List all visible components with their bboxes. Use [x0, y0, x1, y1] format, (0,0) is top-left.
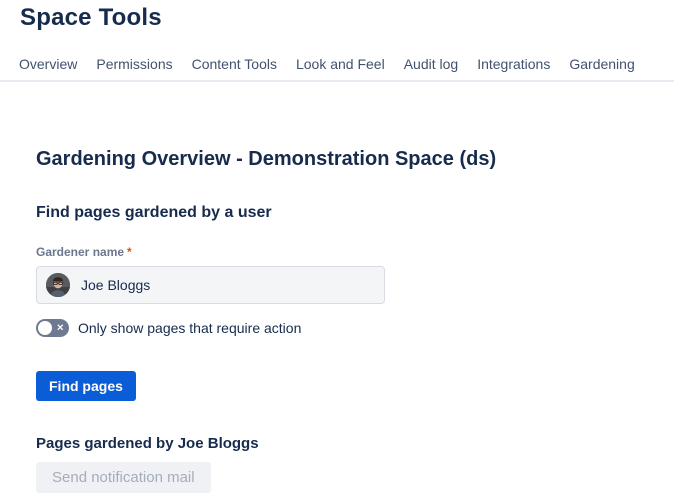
app-header: Space Tools: [0, 0, 674, 32]
results-heading: Pages gardened by Joe Bloggs: [36, 435, 654, 452]
find-pages-button[interactable]: Find pages: [36, 371, 136, 401]
required-asterisk: *: [127, 245, 132, 259]
tab-audit-log[interactable]: Audit log: [404, 56, 458, 72]
gardening-overview-panel: Gardening Overview - Demonstration Space…: [0, 82, 674, 493]
tab-content-tools[interactable]: Content Tools: [192, 56, 277, 72]
tab-gardening[interactable]: Gardening: [569, 56, 634, 72]
gardener-name-value: Joe Bloggs: [81, 277, 150, 293]
cross-icon: ✕: [56, 323, 64, 332]
tab-look-and-feel[interactable]: Look and Feel: [296, 56, 385, 72]
require-action-toggle-label: Only show pages that require action: [78, 320, 301, 336]
space-tools-tab-bar: Overview Permissions Content Tools Look …: [0, 56, 674, 82]
gardening-overview-heading: Gardening Overview - Demonstration Space…: [36, 148, 654, 170]
gardener-name-label: Gardener name: [36, 245, 124, 259]
tab-overview[interactable]: Overview: [19, 56, 77, 72]
find-pages-section-heading: Find pages gardened by a user: [36, 204, 654, 222]
tab-permissions[interactable]: Permissions: [96, 56, 172, 72]
gardener-name-label-row: Gardener name*: [36, 245, 654, 259]
tab-integrations[interactable]: Integrations: [477, 56, 550, 72]
page-title: Space Tools: [20, 4, 674, 32]
user-avatar: [46, 273, 70, 297]
require-action-toggle-row: ✕ Only show pages that require action: [36, 319, 654, 337]
require-action-toggle[interactable]: ✕: [36, 319, 69, 337]
send-notification-mail-button[interactable]: Send notification mail: [36, 462, 211, 493]
toggle-knob: [38, 321, 52, 335]
gardener-name-input[interactable]: Joe Bloggs: [36, 266, 385, 304]
